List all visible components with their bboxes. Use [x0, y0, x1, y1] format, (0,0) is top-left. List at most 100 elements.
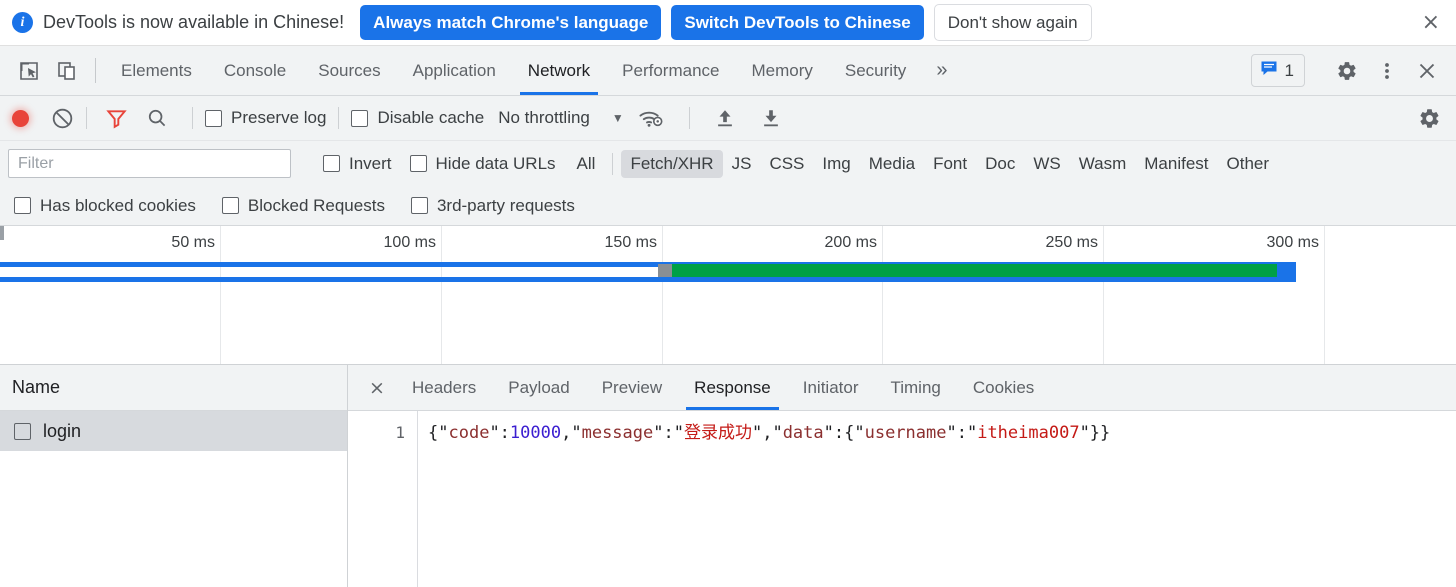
tab-sources[interactable]: Sources [302, 46, 396, 95]
filter-type-font[interactable]: Font [924, 150, 976, 178]
toolbar-divider-4 [688, 107, 690, 129]
tab-response[interactable]: Response [678, 365, 787, 410]
import-har-icon[interactable] [702, 107, 748, 129]
device-toolbar-icon[interactable] [48, 46, 86, 95]
invert-checkbox[interactable]: Invert [323, 154, 392, 174]
response-body-viewer[interactable]: 1 {"code":10000,"message":"登录成功","data":… [348, 411, 1456, 587]
console-message-icon [1260, 59, 1278, 82]
filter-funnel-icon[interactable] [99, 107, 134, 130]
record-button[interactable] [12, 109, 29, 127]
json-token-punct: ":" [946, 423, 978, 443]
tab-initiator[interactable]: Initiator [787, 365, 875, 410]
json-token-punct: "," [751, 423, 783, 443]
json-token-num: 10000 [509, 423, 562, 443]
checkbox-box [221, 197, 239, 214]
table-row[interactable]: login [0, 411, 347, 451]
filter-type-fetch-xhr[interactable]: Fetch/XHR [621, 149, 723, 178]
disable-cache-checkbox[interactable]: Disable cache [351, 108, 484, 128]
network-timeline-overview[interactable]: 50 ms 100 ms 150 ms 200 ms 250 ms 300 ms [0, 226, 1456, 365]
chevron-down-icon[interactable]: ▼ [612, 111, 624, 125]
always-match-language-button[interactable]: Always match Chrome's language [360, 4, 662, 41]
close-icon[interactable] [1408, 52, 1446, 90]
json-token-str: 登录成功 [683, 423, 752, 443]
json-token-key: data [782, 423, 824, 443]
network-lower-pane: Name login × Headers Payload Preview Res… [0, 365, 1456, 587]
third-party-requests-checkbox[interactable]: 3rd-party requests [410, 196, 575, 216]
filter-type-js[interactable]: JS [723, 150, 761, 178]
tab-payload[interactable]: Payload [492, 365, 585, 410]
checkbox-box [410, 197, 428, 214]
filter-type-other[interactable]: Other [1218, 150, 1279, 178]
tab-security[interactable]: Security [829, 46, 922, 95]
network-settings-gear-icon[interactable] [1410, 99, 1448, 137]
tab-application[interactable]: Application [397, 46, 512, 95]
tab-label: Performance [622, 60, 720, 80]
network-options-row: Has blocked cookies Blocked Requests 3rd… [0, 186, 1456, 226]
export-har-icon[interactable] [748, 107, 794, 129]
response-json-line[interactable]: {"code":10000,"message":"登录成功","data":{"… [418, 411, 1456, 587]
has-blocked-cookies-checkbox[interactable]: Has blocked cookies [14, 196, 196, 216]
tab-preview[interactable]: Preview [586, 365, 678, 410]
detail-tabbar: × Headers Payload Preview Response Initi… [348, 365, 1456, 411]
tab-headers[interactable]: Headers [396, 365, 492, 410]
tab-label: Network [527, 60, 591, 80]
timeline-start-marker [0, 226, 4, 240]
json-token-punct: ":{" [823, 423, 865, 443]
close-banner-icon[interactable]: × [1420, 11, 1442, 34]
clear-button[interactable] [51, 107, 74, 130]
tab-console[interactable]: Console [208, 46, 302, 95]
timeline-tick-50ms: 50 ms [171, 234, 215, 251]
search-icon[interactable] [134, 107, 180, 129]
switch-to-chinese-button[interactable]: Switch DevTools to Chinese [671, 4, 924, 41]
more-tabs-icon[interactable]: » [922, 46, 961, 95]
network-toolbar: Preserve log Disable cache No throttling… [0, 96, 1456, 141]
close-detail-icon[interactable]: × [358, 365, 396, 410]
tab-network[interactable]: Network [512, 46, 606, 95]
tab-cookies[interactable]: Cookies [957, 365, 1050, 410]
checkbox-label: Invert [349, 153, 392, 173]
filter-type-manifest[interactable]: Manifest [1135, 150, 1217, 178]
dont-show-again-button[interactable]: Don't show again [933, 3, 1092, 42]
checkbox-label: Preserve log [231, 108, 327, 127]
three-dots-icon[interactable] [1368, 52, 1406, 90]
checkbox-label: Has blocked cookies [40, 195, 196, 215]
request-stalled-segment [658, 264, 672, 278]
filter-type-css[interactable]: CSS [760, 150, 813, 178]
filter-type-doc[interactable]: Doc [976, 150, 1024, 178]
filter-type-ws[interactable]: WS [1024, 150, 1069, 178]
toolbar-divider-2 [192, 107, 193, 129]
tab-timing[interactable]: Timing [874, 365, 956, 410]
filter-type-all[interactable]: All [568, 150, 605, 178]
devtools-tabbar: Elements Console Sources Application Net… [0, 46, 1456, 96]
throttling-select[interactable]: No throttling [498, 108, 590, 128]
console-messages-badge[interactable]: 1 [1250, 54, 1305, 87]
tab-performance[interactable]: Performance [606, 46, 735, 95]
filter-type-media[interactable]: Media [860, 150, 924, 178]
request-list-pane: Name login [0, 365, 348, 587]
timeline-tick-250ms: 250 ms [1045, 234, 1098, 251]
request-list-column-header[interactable]: Name [0, 365, 347, 411]
blocked-requests-checkbox[interactable]: Blocked Requests [221, 196, 385, 216]
tab-memory[interactable]: Memory [735, 46, 828, 95]
filter-type-wasm[interactable]: Wasm [1070, 150, 1136, 178]
filter-type-img[interactable]: Img [813, 150, 859, 178]
banner-message: DevTools is now available in Chinese! [43, 12, 345, 32]
checkbox-box [14, 197, 31, 214]
line-number-gutter: 1 [348, 411, 418, 587]
timeline-tick-100ms: 100 ms [383, 234, 436, 251]
timeline-tick-150ms: 150 ms [604, 234, 657, 251]
gear-icon[interactable] [1328, 52, 1366, 90]
preserve-log-checkbox[interactable]: Preserve log [205, 108, 326, 128]
inspect-element-icon[interactable] [10, 46, 48, 95]
network-conditions-icon[interactable] [624, 107, 677, 129]
tab-elements[interactable]: Elements [105, 46, 208, 95]
toolbar-divider-1 [86, 107, 87, 129]
filter-input[interactable] [8, 149, 291, 178]
language-banner: i DevTools is now available in Chinese! … [0, 0, 1456, 46]
tab-label: Security [844, 60, 907, 80]
hide-data-urls-checkbox[interactable]: Hide data URLs [409, 153, 556, 174]
tabbar-right-actions: 1 [1250, 46, 1456, 95]
checkbox-label: Hide data URLs [435, 153, 556, 173]
request-type-icon [14, 422, 31, 440]
devtools-window: i DevTools is now available in Chinese! … [0, 0, 1456, 587]
